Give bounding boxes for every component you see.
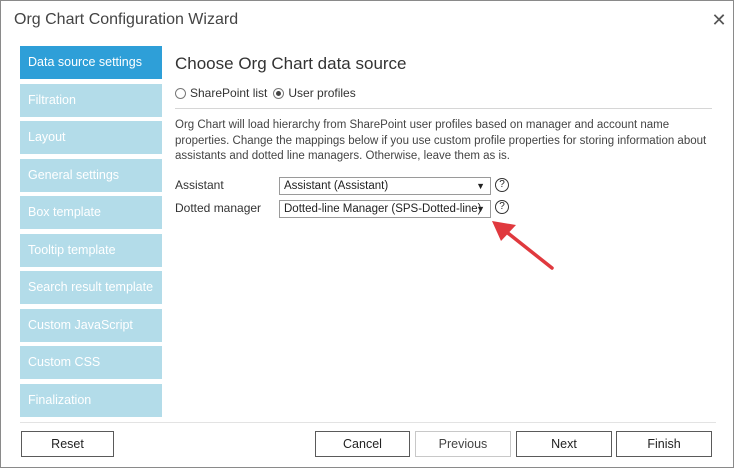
chevron-down-icon: ▼ — [476, 204, 485, 214]
sidebar-item-custom-css[interactable]: Custom CSS — [20, 346, 162, 379]
wizard-steps-sidebar: Data source settings Filtration Layout G… — [20, 46, 163, 421]
sidebar-item-data-source-settings[interactable]: Data source settings — [20, 46, 162, 79]
close-icon[interactable]: ✕ — [711, 11, 727, 29]
data-source-radio-group: SharePoint list User profiles — [175, 86, 362, 100]
sidebar-item-layout[interactable]: Layout — [20, 121, 162, 154]
wizard-dialog: Org Chart Configuration Wizard ✕ Data so… — [0, 0, 734, 468]
dotted-manager-select[interactable]: Dotted-line Manager (SPS-Dotted-line) ▼ — [279, 200, 491, 218]
sharepoint-list-label[interactable]: SharePoint list — [190, 86, 267, 100]
previous-button[interactable]: Previous — [415, 431, 511, 457]
sidebar-item-custom-javascript[interactable]: Custom JavaScript — [20, 308, 162, 342]
user-profiles-label[interactable]: User profiles — [288, 86, 355, 100]
sidebar-item-finalization[interactable]: Finalization — [20, 383, 162, 417]
cancel-button[interactable]: Cancel — [315, 431, 410, 457]
sidebar-item-general-settings[interactable]: General settings — [20, 158, 162, 192]
dotted-manager-select-value: Dotted-line Manager (SPS-Dotted-line) — [284, 203, 482, 215]
next-button[interactable]: Next — [516, 431, 612, 457]
finish-button[interactable]: Finish — [616, 431, 712, 457]
user-profiles-radio[interactable] — [273, 87, 285, 99]
annotation-arrow-icon — [492, 221, 554, 270]
page-title: Choose Org Chart data source — [175, 54, 407, 73]
assistant-select[interactable]: Assistant (Assistant) ▼ — [279, 177, 491, 195]
sharepoint-list-radio[interactable] — [175, 87, 186, 99]
sidebar-item-search-result-template[interactable]: Search result template — [20, 271, 162, 304]
sidebar-item-tooltip-template[interactable]: Tooltip template — [20, 233, 162, 267]
chevron-down-icon: ▼ — [476, 181, 485, 191]
dialog-title: Org Chart Configuration Wizard — [14, 11, 239, 28]
reset-button[interactable]: Reset — [21, 431, 114, 457]
assistant-help-icon[interactable]: ? — [495, 178, 509, 192]
sidebar-item-filtration[interactable]: Filtration — [20, 83, 162, 117]
assistant-select-value: Assistant (Assistant) — [284, 180, 389, 192]
footer-divider — [20, 422, 716, 423]
description-text: Org Chart will load hierarchy from Share… — [175, 119, 707, 162]
assistant-label: Assistant — [175, 178, 224, 192]
sidebar-item-box-template[interactable]: Box template — [20, 196, 162, 229]
dotted-manager-label: Dotted manager — [175, 201, 262, 215]
section-divider — [175, 108, 712, 109]
